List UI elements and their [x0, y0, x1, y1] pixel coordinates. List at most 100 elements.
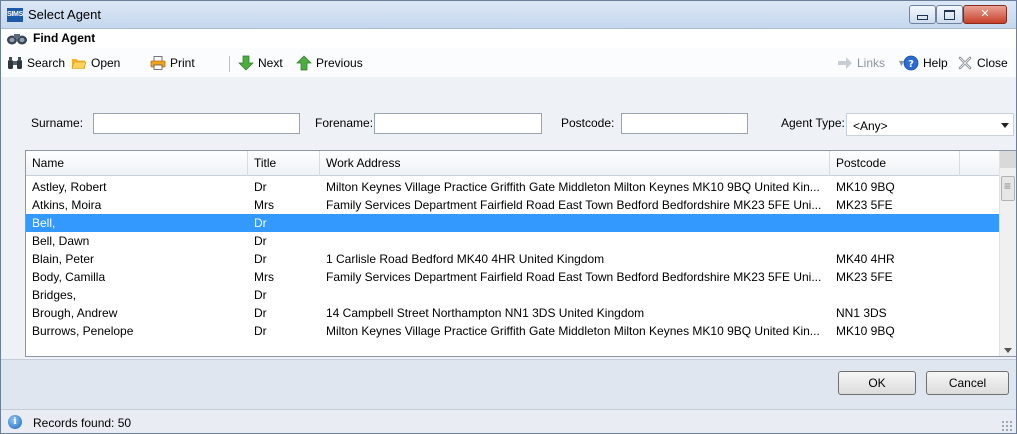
- cell-postcode: MK23 5FE: [836, 198, 893, 212]
- cell-title: Dr: [254, 216, 267, 230]
- forename-label: Forename:: [315, 116, 374, 130]
- cell-work-address: Family Services Department Fairfield Roa…: [326, 270, 822, 284]
- select-agent-window: SIMS Select Agent ✕ Find Agent Search Op…: [0, 0, 1017, 434]
- cell-name: Bridges,: [32, 288, 77, 302]
- cell-postcode: [830, 286, 960, 304]
- cell-work-address: 14 Campbell Street Northampton NN1 3DS U…: [326, 306, 645, 320]
- previous-button[interactable]: Previous: [296, 54, 363, 72]
- title-bar[interactable]: SIMS Select Agent ✕: [1, 1, 1016, 29]
- open-label: Open: [91, 56, 121, 70]
- cell-title: Dr: [254, 234, 267, 248]
- cell-postcode: [830, 214, 960, 232]
- cell-postcode: [830, 232, 960, 250]
- chevron-down-icon: [1001, 123, 1009, 128]
- cell-title: Mrs: [254, 198, 274, 212]
- open-button[interactable]: Open: [71, 54, 120, 72]
- table-row[interactable]: Body, Camilla Mrs Family Services Depart…: [26, 268, 999, 286]
- binoculars-icon: [7, 34, 27, 45]
- postcode-label: Postcode:: [561, 116, 615, 130]
- cell-postcode: MK10 9BQ: [836, 180, 895, 194]
- table-row[interactable]: Brough, Andrew Dr 14 Campbell Street Nor…: [26, 304, 999, 322]
- cell-work-address: [320, 232, 830, 250]
- info-icon: i: [8, 415, 22, 429]
- cell-name: Bell, Dawn: [32, 234, 90, 248]
- surname-label: Surname:: [31, 116, 84, 130]
- sims-logo-icon: SIMS: [7, 8, 23, 22]
- table-row[interactable]: Burrows, Penelope Dr Milton Keynes Villa…: [26, 322, 999, 340]
- cell-title: Mrs: [254, 270, 274, 284]
- maximize-button[interactable]: [936, 5, 963, 24]
- column-header-work-address[interactable]: Work Address: [320, 151, 830, 176]
- cell-work-address: Family Services Department Fairfield Roa…: [326, 198, 822, 212]
- column-header-postcode[interactable]: Postcode: [830, 151, 960, 176]
- grid-header: Name Title Work Address Postcode: [26, 151, 999, 176]
- scrollbar-thumb[interactable]: [1001, 176, 1015, 201]
- page-title: Find Agent: [33, 31, 96, 45]
- toolbar: Search Open Print Next Previous Links ▼ …: [1, 48, 1016, 77]
- cell-work-address: Milton Keynes Village Practice Griffith …: [326, 324, 820, 338]
- links-icon: [838, 57, 852, 69]
- agent-results-grid: Name Title Work Address Postcode Astley,…: [25, 150, 1016, 357]
- table-row[interactable]: Astley, Robert Dr Milton Keynes Village …: [26, 178, 999, 196]
- printer-icon: [150, 56, 166, 70]
- window-title: Select Agent: [28, 7, 101, 22]
- arrow-down-icon: [238, 55, 254, 71]
- cell-title: Dr: [254, 324, 267, 338]
- search-label: Search: [27, 56, 66, 70]
- close-label: Close: [977, 56, 1008, 70]
- print-button[interactable]: Print: [150, 54, 195, 72]
- links-button[interactable]: Links ▼: [837, 54, 906, 72]
- scroll-down-arrow-icon[interactable]: [1004, 348, 1012, 353]
- folder-open-icon: [71, 59, 87, 69]
- cell-postcode: NN1 3DS: [836, 306, 887, 320]
- close-icon: [958, 56, 972, 70]
- print-label: Print: [170, 56, 195, 70]
- cell-postcode: MK10 9BQ: [836, 324, 895, 338]
- close-button[interactable]: Close: [957, 54, 1008, 72]
- cell-work-address: [320, 286, 830, 304]
- help-icon: ?: [903, 55, 919, 71]
- cell-postcode: MK40 4HR: [836, 252, 895, 266]
- table-row-selected[interactable]: Bell, Dr: [26, 214, 999, 232]
- cell-name: Burrows, Penelope: [32, 324, 134, 338]
- minimize-button[interactable]: [909, 5, 936, 24]
- cancel-button[interactable]: Cancel: [926, 371, 1009, 395]
- agent-type-select[interactable]: <Any>: [846, 113, 1014, 136]
- svg-text:?: ?: [908, 59, 914, 70]
- help-button[interactable]: ? Help: [903, 54, 948, 72]
- cell-title: Dr: [254, 252, 267, 266]
- table-row[interactable]: Bridges, Dr: [26, 286, 999, 304]
- column-header-name[interactable]: Name: [26, 151, 248, 176]
- previous-label: Previous: [316, 56, 363, 70]
- cell-postcode: MK23 5FE: [836, 270, 893, 284]
- dialog-footer: OK Cancel: [1, 359, 1016, 409]
- forename-input[interactable]: [374, 113, 542, 134]
- window-close-button[interactable]: ✕: [963, 5, 1007, 24]
- records-count: Records found: 50: [33, 416, 132, 430]
- cell-work-address: Milton Keynes Village Practice Griffith …: [326, 180, 820, 194]
- ok-button[interactable]: OK: [838, 371, 916, 395]
- grid-rows: Astley, Robert Dr Milton Keynes Village …: [26, 178, 999, 340]
- search-criteria: Surname: Forename: Postcode: Agent Type:…: [1, 104, 1016, 144]
- status-bar: i Records found: 50: [1, 409, 1016, 433]
- next-button[interactable]: Next: [238, 54, 283, 72]
- column-header-title[interactable]: Title: [248, 151, 320, 176]
- cell-name: Brough, Andrew: [32, 306, 118, 320]
- next-label: Next: [258, 56, 283, 70]
- cell-work-address: 1 Carlisle Road Bedford MK40 4HR United …: [326, 252, 605, 266]
- cell-title: Dr: [254, 180, 267, 194]
- search-button[interactable]: Search: [7, 54, 65, 72]
- scroll-track-top: [1000, 151, 1016, 168]
- table-row[interactable]: Bell, Dawn Dr: [26, 232, 999, 250]
- arrow-up-icon: [296, 55, 312, 71]
- toolbar-separator: [229, 56, 230, 72]
- table-row[interactable]: Atkins, Moira Mrs Family Services Depart…: [26, 196, 999, 214]
- agent-type-value: <Any>: [853, 119, 888, 133]
- vertical-scrollbar[interactable]: [999, 151, 1016, 356]
- postcode-input[interactable]: [621, 113, 748, 134]
- surname-input[interactable]: [93, 113, 300, 134]
- resize-grip-icon[interactable]: [1001, 420, 1013, 432]
- help-label: Help: [923, 56, 948, 70]
- table-row[interactable]: Blain, Peter Dr 1 Carlisle Road Bedford …: [26, 250, 999, 268]
- cell-work-address: [320, 214, 830, 232]
